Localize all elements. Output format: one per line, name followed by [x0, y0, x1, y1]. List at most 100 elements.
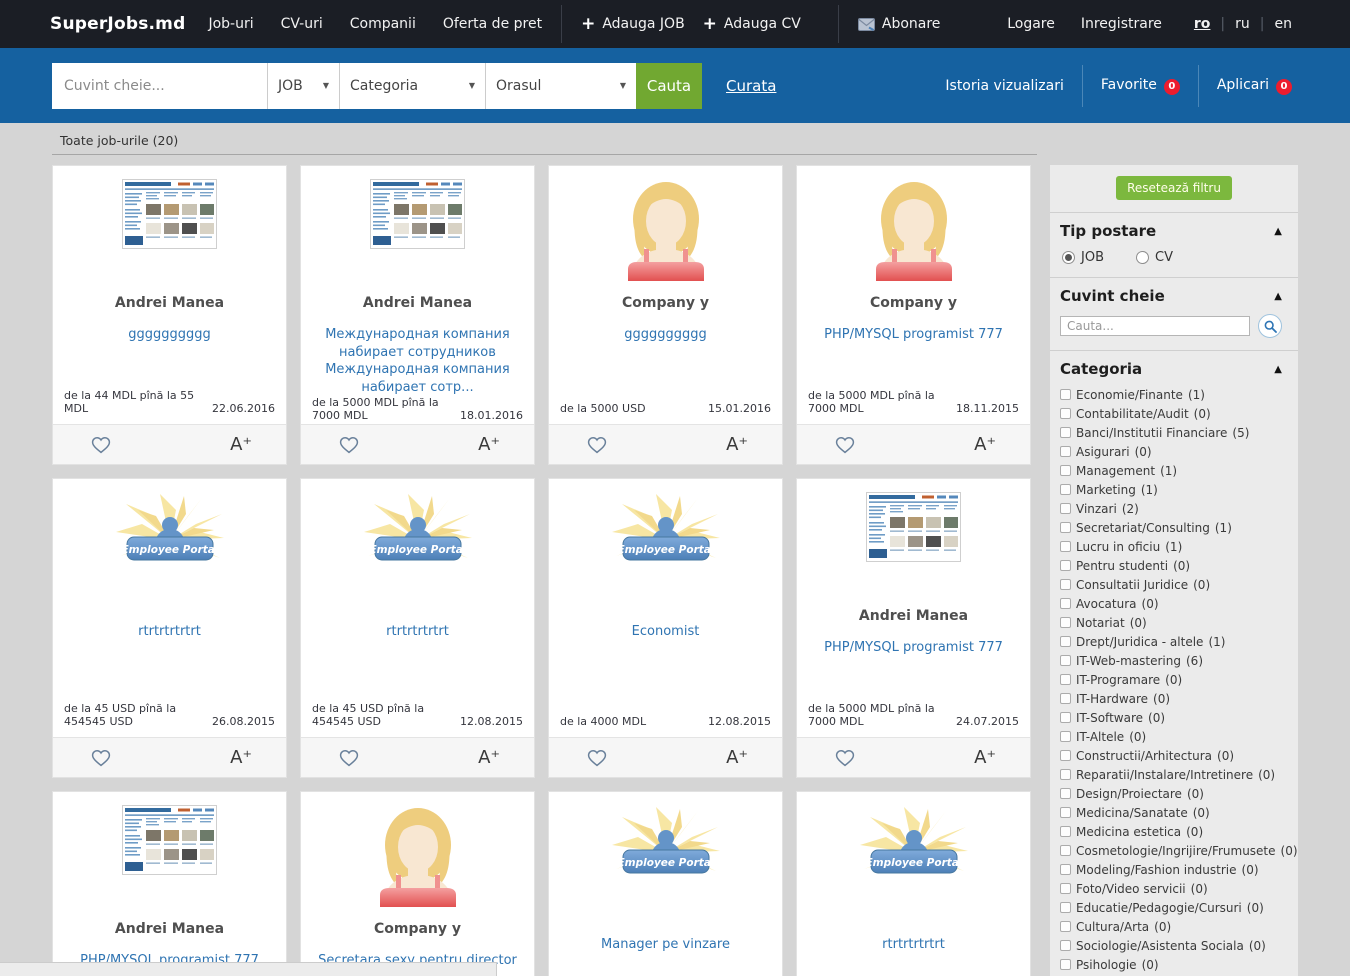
category-checkbox[interactable] [1060, 617, 1071, 628]
category-checkbox[interactable] [1060, 560, 1071, 571]
category-filter-item[interactable]: Contabilitate/Audit 0 [1060, 404, 1282, 423]
category-checkbox[interactable] [1060, 579, 1071, 590]
site-logo[interactable]: SuperJobs.md [50, 14, 185, 34]
job-card-title-link[interactable]: PHP/MYSQL programist 777 [824, 326, 1003, 344]
category-checkbox[interactable] [1060, 389, 1071, 400]
category-checkbox[interactable] [1060, 655, 1071, 666]
sidebar-keyword-input[interactable] [1060, 316, 1250, 336]
job-card[interactable]: Company y PHP/MYSQL programist 777 de la… [796, 165, 1031, 465]
job-card[interactable]: Andrei Manea PHP/MYSQL programist 777 A⁺ [52, 791, 287, 976]
apply-a-plus-icon[interactable]: A⁺ [230, 749, 252, 767]
favorite-heart-icon[interactable] [835, 749, 855, 767]
category-filter-item[interactable]: Medicina estetica 0 [1060, 822, 1282, 841]
category-checkbox[interactable] [1060, 826, 1071, 837]
job-card-title-link[interactable]: gggggggggg [128, 326, 211, 344]
apply-a-plus-icon[interactable]: A⁺ [726, 749, 748, 767]
job-card[interactable]: Employee Portal rtrtrtrtrtrt de la 45 US… [52, 478, 287, 778]
language-link[interactable]: ru [1235, 16, 1250, 32]
job-card[interactable]: Employee Portal Economist de la 4000 MDL… [548, 478, 783, 778]
clear-filters-link[interactable]: Curata [726, 77, 776, 95]
apply-a-plus-icon[interactable]: A⁺ [230, 436, 252, 454]
search-button[interactable]: Cauta [636, 63, 702, 109]
apply-a-plus-icon[interactable]: A⁺ [726, 436, 748, 454]
language-link-active[interactable]: ro [1194, 16, 1211, 32]
category-filter-item[interactable]: Pentru studenti 0 [1060, 556, 1282, 575]
collapse-arrow-icon[interactable]: ▲ [1274, 291, 1282, 302]
category-filter-item[interactable]: Psihologie 0 [1060, 955, 1282, 974]
category-checkbox[interactable] [1060, 503, 1071, 514]
category-checkbox[interactable] [1060, 541, 1071, 552]
category-filter-item[interactable]: Lucru in oficiu 1 [1060, 537, 1282, 556]
category-filter-item[interactable]: Vinzari 2 [1060, 499, 1282, 518]
radio-icon[interactable] [1062, 251, 1075, 264]
category-filter-item[interactable]: IT-Programare 0 [1060, 670, 1282, 689]
category-checkbox[interactable] [1060, 484, 1071, 495]
category-filter-item[interactable]: Consultatii Juridice 0 [1060, 575, 1282, 594]
post-type-radio-option[interactable]: JOB [1062, 250, 1104, 265]
category-filter-item[interactable]: Cultura/Arta 0 [1060, 917, 1282, 936]
reset-filters-button[interactable]: Resetează filtru [1116, 176, 1232, 200]
job-card[interactable]: Andrei Manea Международная компания наби… [300, 165, 535, 465]
apply-a-plus-icon[interactable]: A⁺ [974, 436, 996, 454]
job-card[interactable]: Employee Portal rtrtrtrtrtrt [796, 791, 1031, 976]
job-card-title-link[interactable]: gggggggggg [624, 326, 707, 344]
favorite-heart-icon[interactable] [339, 436, 359, 454]
nav-link[interactable]: Job-uri [208, 16, 253, 32]
job-card[interactable]: Andrei Manea gggggggggg de la 44 MDL pîn… [52, 165, 287, 465]
job-card-title-link[interactable]: rtrtrtrtrtrt [138, 623, 201, 641]
category-checkbox[interactable] [1060, 465, 1071, 476]
category-filter-item[interactable]: Educatie/Pedagogie/Cursuri 0 [1060, 898, 1282, 917]
category-checkbox[interactable] [1060, 769, 1071, 780]
category-filter-item[interactable]: Banci/Institutii Financiare 5 [1060, 423, 1282, 442]
category-filter-item[interactable]: Avocatura 0 [1060, 594, 1282, 613]
category-checkbox[interactable] [1060, 408, 1071, 419]
view-history-link[interactable]: Istoria vizualizari [945, 78, 1063, 94]
category-filter-item[interactable]: Constructii/Arhitectura 0 [1060, 746, 1282, 765]
nav-link[interactable]: Companii [350, 16, 416, 32]
category-checkbox[interactable] [1060, 674, 1071, 685]
category-filter-item[interactable]: Economie/Finante 1 [1060, 385, 1282, 404]
category-filter-item[interactable]: Notariat 0 [1060, 613, 1282, 632]
apply-a-plus-icon[interactable]: A⁺ [478, 749, 500, 767]
login-link[interactable]: Logare [1007, 16, 1055, 32]
category-filter-item[interactable]: Management 1 [1060, 461, 1282, 480]
category-checkbox[interactable] [1060, 845, 1071, 856]
category-filter-item[interactable]: Asigurari 0 [1060, 442, 1282, 461]
keyword-search-input[interactable] [52, 63, 267, 109]
favorites-link[interactable]: Favorite0 [1101, 77, 1180, 95]
job-card[interactable]: Company y Secretara sexy pentru director… [300, 791, 535, 976]
category-filter-item[interactable]: Cosmetologie/Ingrijire/Frumusete 0 [1060, 841, 1282, 860]
category-checkbox[interactable] [1060, 427, 1071, 438]
category-checkbox[interactable] [1060, 598, 1071, 609]
favorite-heart-icon[interactable] [587, 436, 607, 454]
category-checkbox[interactable] [1060, 750, 1071, 761]
apply-a-plus-icon[interactable]: A⁺ [974, 749, 996, 767]
category-filter-item[interactable]: IT-Software 0 [1060, 708, 1282, 727]
register-link[interactable]: Inregistrare [1081, 16, 1162, 32]
category-filter-item[interactable]: Secretariat/Consulting 1 [1060, 518, 1282, 537]
category-checkbox[interactable] [1060, 959, 1071, 970]
language-link[interactable]: en [1275, 16, 1293, 32]
category-select[interactable]: Categoria ▼ [339, 63, 485, 109]
job-card-title-link[interactable]: Manager pe vinzare [601, 936, 730, 954]
category-checkbox[interactable] [1060, 883, 1071, 894]
category-checkbox[interactable] [1060, 693, 1071, 704]
category-filter-item[interactable]: Design/Proiectare 0 [1060, 784, 1282, 803]
category-checkbox[interactable] [1060, 921, 1071, 932]
job-card-title-link[interactable]: rtrtrtrtrtrt [882, 936, 945, 954]
category-checkbox[interactable] [1060, 636, 1071, 647]
job-card-title-link[interactable]: rtrtrtrtrtrt [386, 623, 449, 641]
job-card[interactable]: Employee Portal rtrtrtrtrtrt de la 45 US… [300, 478, 535, 778]
sidebar-search-button[interactable] [1258, 314, 1282, 338]
category-checkbox[interactable] [1060, 712, 1071, 723]
collapse-arrow-icon[interactable]: ▲ [1274, 364, 1282, 375]
category-filter-item[interactable]: IT-Altele 0 [1060, 727, 1282, 746]
category-checkbox[interactable] [1060, 522, 1071, 533]
favorite-heart-icon[interactable] [339, 749, 359, 767]
radio-icon[interactable] [1136, 251, 1149, 264]
nav-link[interactable]: Oferta de pret [443, 16, 542, 32]
job-card[interactable]: Employee Portal Manager pe vinzare [548, 791, 783, 976]
category-filter-item[interactable]: IT-Hardware 0 [1060, 689, 1282, 708]
category-filter-item[interactable]: Medicina/Sanatate 0 [1060, 803, 1282, 822]
favorite-heart-icon[interactable] [91, 749, 111, 767]
